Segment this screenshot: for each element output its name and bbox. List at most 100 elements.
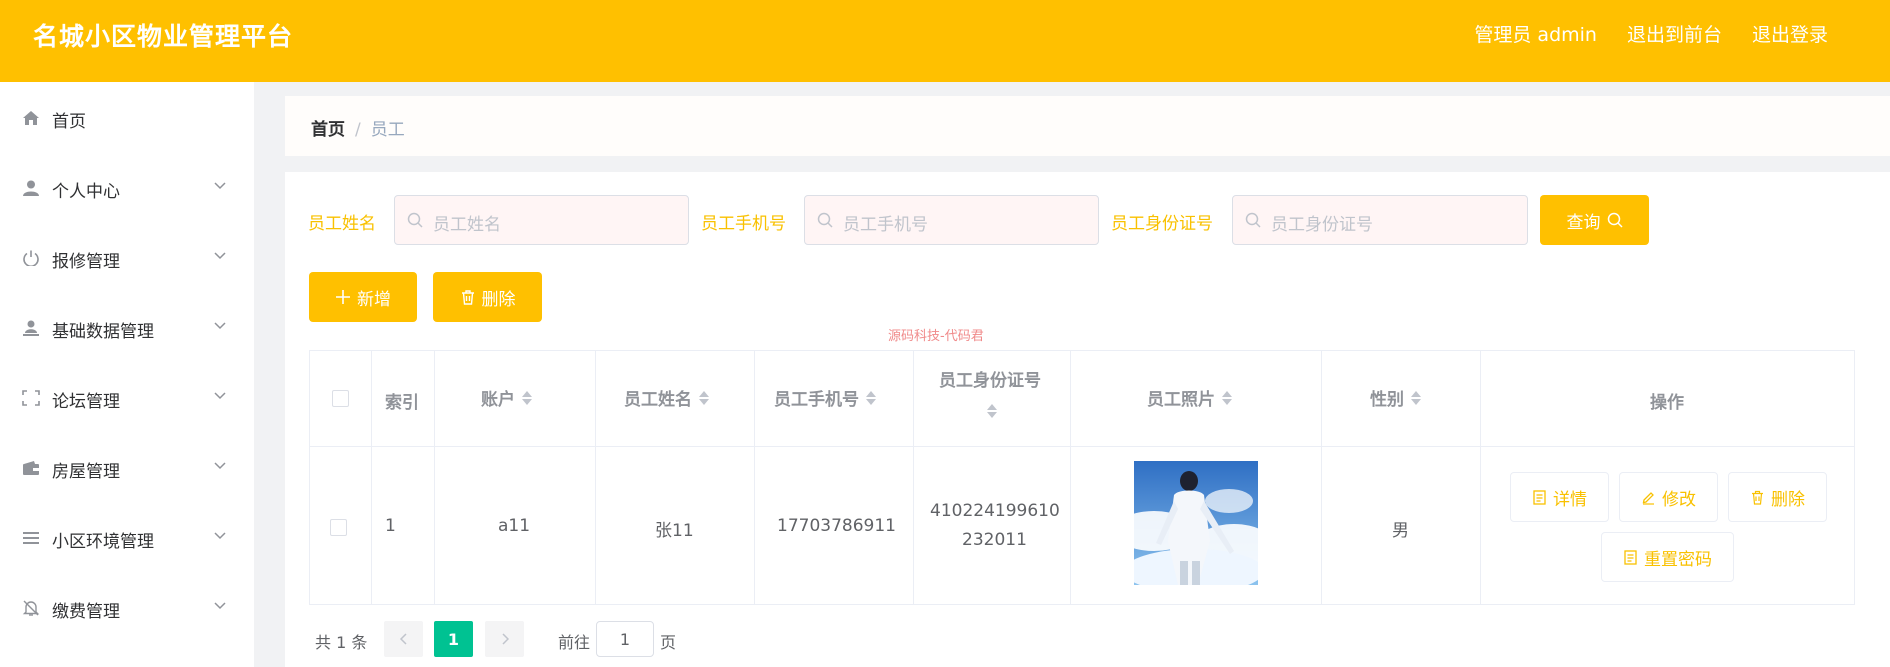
sidebar-item-forum[interactable]: 论坛管理: [0, 378, 254, 418]
name-search-label: 员工姓名: [308, 214, 376, 234]
employee-photo: [1134, 461, 1258, 585]
reset-password-button[interactable]: 重置密码: [1601, 532, 1734, 582]
current-user: 管理员 admin: [1474, 24, 1597, 46]
pagination-total: 共 1 条: [315, 633, 368, 652]
sidebar-item-personal-center[interactable]: 个人中心: [0, 168, 254, 208]
breadcrumb-card: 首页 / 员工: [285, 96, 1890, 156]
edit-button[interactable]: 修改: [1619, 472, 1718, 522]
row-delete-button-label: 删除: [1771, 489, 1805, 510]
chevron-down-icon: [214, 602, 226, 610]
phone-search-placeholder: 员工手机号: [843, 215, 928, 235]
cell-account: a11: [498, 516, 531, 536]
row-checkbox[interactable]: [330, 519, 347, 536]
cell-id-card-line2: 232011: [962, 530, 1027, 550]
sidebar-item-label: 缴费管理: [52, 602, 120, 622]
next-page-button[interactable]: [485, 621, 524, 657]
page-suffix: 页: [660, 633, 677, 652]
cell-gender: 男: [1392, 521, 1409, 541]
app-title: 名城小区物业管理平台: [33, 22, 294, 51]
query-button[interactable]: 查询: [1540, 195, 1649, 245]
column-header-index: 索引: [385, 393, 419, 413]
sidebar-item-label: 个人中心: [52, 182, 120, 202]
chevron-down-icon: [214, 532, 226, 540]
employee-photo-image: [1134, 461, 1258, 585]
sidebar-item-environment[interactable]: 小区环境管理: [0, 518, 254, 558]
breadcrumb-home[interactable]: 首页: [311, 120, 345, 140]
column-header-phone[interactable]: 员工手机号: [774, 385, 877, 410]
sidebar-item-label: 房屋管理: [52, 462, 120, 482]
phone-search-input[interactable]: 员工手机号: [804, 195, 1099, 245]
logout-link[interactable]: 退出登录: [1752, 20, 1828, 47]
plus-icon: [336, 290, 350, 304]
sidebar-item-label: 基础数据管理: [52, 322, 154, 342]
cell-id-card-line1: 410224199610: [930, 501, 1060, 521]
sidebar-item-housing[interactable]: 房屋管理: [0, 448, 254, 488]
edit-icon: [1642, 491, 1654, 505]
exit-to-front-link[interactable]: 退出到前台: [1627, 20, 1722, 47]
row-delete-button[interactable]: 删除: [1728, 472, 1827, 522]
sort-icon[interactable]: [986, 403, 998, 419]
search-icon: [407, 212, 423, 228]
column-header-photo[interactable]: 员工照片: [1147, 385, 1233, 410]
cell-name: 张11: [655, 521, 694, 541]
add-button-label: 新增: [357, 289, 391, 310]
sidebar-menu: 首页 个人中心 报修管理 基础数据管理 论坛管理 房屋管理 小区环境管理 缴费管…: [0, 82, 254, 667]
goto-page-input[interactable]: [596, 621, 654, 657]
sidebar-item-label: 首页: [52, 112, 86, 132]
sidebar-item-label: 论坛管理: [52, 392, 120, 412]
sidebar-item-payment[interactable]: 缴费管理: [0, 588, 254, 628]
document-icon: [1533, 489, 1546, 505]
sort-icon[interactable]: [865, 390, 877, 406]
document-icon: [1624, 549, 1637, 565]
sidebar-item-label: 小区环境管理: [52, 532, 154, 552]
detail-button[interactable]: 详情: [1510, 472, 1609, 522]
chevron-down-icon: [214, 182, 226, 190]
watermark-text: 源码科技-代码君: [888, 329, 984, 344]
chevron-down-icon: [214, 322, 226, 330]
cell-index: 1: [385, 516, 396, 536]
trash-icon: [461, 290, 474, 305]
chevron-right-icon: [501, 633, 509, 645]
breadcrumb: 首页 / 员工: [311, 115, 405, 140]
sort-icon[interactable]: [1221, 390, 1233, 406]
sidebar-item-basic-data[interactable]: 基础数据管理: [0, 308, 254, 348]
sort-icon[interactable]: [521, 390, 533, 406]
idcard-search-placeholder: 员工身份证号: [1271, 215, 1373, 235]
page-number-current[interactable]: 1: [434, 621, 473, 657]
home-icon: [23, 111, 39, 125]
select-all-checkbox[interactable]: [332, 390, 349, 407]
trash-icon: [1752, 490, 1763, 505]
phone-search-label: 员工手机号: [701, 214, 786, 234]
reset-password-button-label: 重置密码: [1644, 549, 1712, 570]
sidebar-item-repair[interactable]: 报修管理: [0, 238, 254, 278]
user-icon: [23, 180, 39, 196]
idcard-search-input[interactable]: 员工身份证号: [1232, 195, 1528, 245]
search-icon: [1607, 212, 1623, 228]
sort-icon[interactable]: [1410, 390, 1422, 406]
column-header-actions: 操作: [1650, 393, 1684, 413]
column-header-id-card[interactable]: 员工身份证号: [939, 366, 1041, 391]
sidebar-item-label: 报修管理: [52, 252, 120, 272]
bell-off-icon: [22, 600, 40, 616]
wallet-icon: [23, 461, 39, 475]
chevron-left-icon: [399, 633, 407, 645]
chevron-down-icon: [214, 252, 226, 260]
column-header-account[interactable]: 账户: [481, 385, 533, 410]
header-nav: 管理员 admin 退出到前台 退出登录: [1474, 20, 1828, 47]
edit-button-label: 修改: [1662, 489, 1696, 510]
add-button[interactable]: 新增: [309, 272, 417, 322]
prev-page-button[interactable]: [384, 621, 423, 657]
user-stamp-icon: [23, 320, 39, 336]
batch-delete-button[interactable]: 删除: [433, 272, 542, 322]
sort-icon[interactable]: [698, 390, 710, 406]
list-icon: [23, 532, 39, 544]
breadcrumb-separator: /: [355, 120, 361, 140]
breadcrumb-current: 员工: [370, 120, 405, 140]
sidebar-item-home[interactable]: 首页: [0, 98, 254, 138]
column-header-gender[interactable]: 性别: [1370, 385, 1422, 410]
cell-phone: 17703786911: [777, 516, 896, 536]
chevron-down-icon: [214, 392, 226, 400]
name-search-placeholder: 员工姓名: [433, 215, 501, 235]
name-search-input[interactable]: 员工姓名: [394, 195, 689, 245]
column-header-name[interactable]: 员工姓名: [624, 385, 710, 410]
